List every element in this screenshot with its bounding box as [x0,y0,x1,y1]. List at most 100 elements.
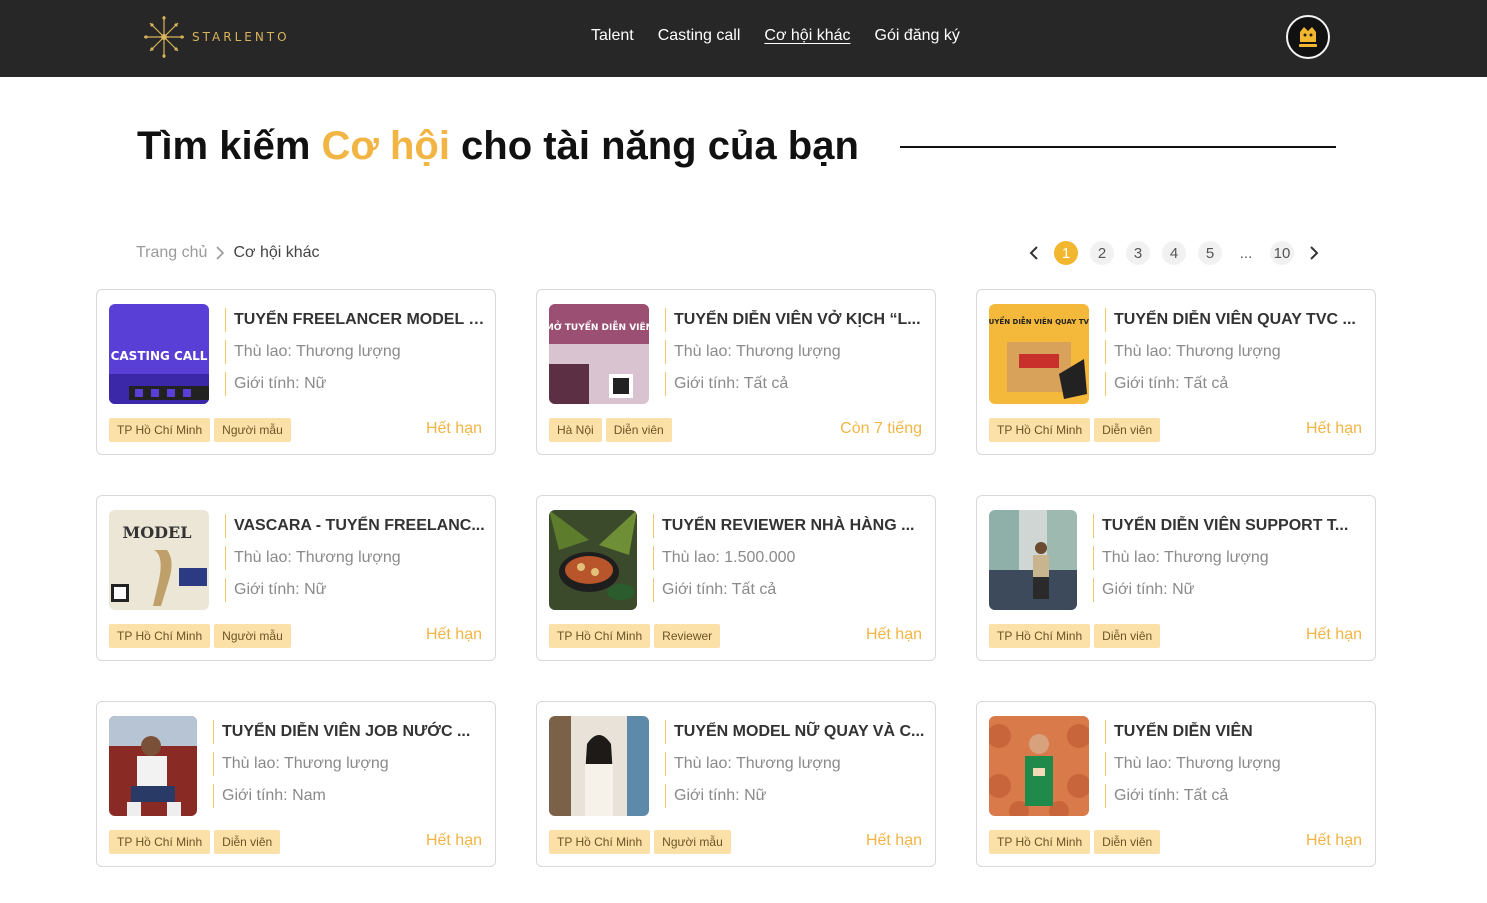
breadcrumb-current: Cơ hội khác [233,244,320,261]
card-title: TUYỂN DIỄN VIÊN SUPPORT T... [1093,514,1365,538]
logo-text: STARLENTO [192,30,290,44]
card-gender: Giới tính: Nữ [665,784,925,808]
card-gender: Giới tính: Nam [213,784,485,808]
card-title: TUYỂN DIỄN VIÊN VỞ KỊCH “L... [665,308,925,332]
card-title: TUYỂN DIỄN VIÊN QUAY TVC ... [1105,308,1365,332]
card-title: TUYỂN DIỄN VIÊN JOB NƯỚC ... [213,720,485,744]
starlento-logo[interactable]: STARLENTO [140,14,290,60]
thumb-text: TUYỂN DIỄN VIÊN QUAY TVC [989,316,1089,326]
card-thumbnail [109,716,197,816]
main-nav: Talent Casting call Cơ hội khác Gói đăng… [591,27,960,45]
card-thumbnail [989,510,1077,610]
location-tag: TP Hồ Chí Minh [549,624,651,648]
opportunity-card[interactable]: TUYỂN DIỄN VIÊN JOB NƯỚC ... Thù lao: Th… [96,701,496,867]
title-divider [900,146,1336,148]
location-tag: TP Hồ Chí Minh [109,418,211,442]
card-title: VASCARA - TUYỂN FREELANC... [225,514,485,538]
status-text: Hết hạn [425,626,482,643]
avatar-mascot-icon [1299,27,1317,47]
chevron-right-icon [215,246,225,260]
card-gender: Giới tính: Nữ [225,578,485,602]
card-pay: Thù lao: Thương lượng [1105,752,1365,776]
location-tag: TP Hồ Chí Minh [989,624,1091,648]
status-text: Hết hạn [425,420,482,437]
status-text: Hết hạn [1305,420,1362,437]
pagination: 1 2 3 4 5 ... 10 [1022,241,1326,265]
status-text: Hết hạn [865,626,922,643]
nav-talent[interactable]: Talent [591,27,634,45]
category-tag: Người mẫu [214,418,291,442]
card-pay: Thù lao: Thương lượng [665,340,925,364]
opportunity-card[interactable]: TUYỂN DIỄN VIÊN SUPPORT T... Thù lao: Th… [976,495,1376,661]
page-2[interactable]: 2 [1090,241,1114,265]
opportunity-card[interactable]: MỞ TUYỂN DIỄN VIÊN TUYỂN DIỄN VIÊN VỞ KỊ… [536,289,936,455]
page-title: Tìm kiếm Cơ hội cho tài năng của bạn [137,124,859,169]
nav-other-opportunities[interactable]: Cơ hội khác [764,27,850,45]
card-title: TUYỂN DIỄN VIÊN [1105,720,1365,744]
star-logo-icon [144,16,184,58]
status-text: Còn 7 tiếng [840,420,922,437]
page-4[interactable]: 4 [1162,241,1186,265]
page-3[interactable]: 3 [1126,241,1150,265]
nav-subscription[interactable]: Gói đăng ký [875,27,960,45]
opportunity-card[interactable]: TUYỂN REVIEWER NHÀ HÀNG ... Thù lao: 1.5… [536,495,936,661]
location-tag: TP Hồ Chí Minh [109,830,211,854]
category-tag: Diễn viên [214,830,281,854]
location-tag: TP Hồ Chí Minh [549,830,651,854]
breadcrumb: Trang chủ Cơ hội khác [136,244,320,262]
card-thumbnail: MỞ TUYỂN DIỄN VIÊN [549,304,649,404]
location-tag: TP Hồ Chí Minh [109,624,211,648]
card-title: TUYỂN MODEL NỮ QUAY VÀ C... [665,720,925,744]
card-gender: Giới tính: Nữ [1093,578,1365,602]
category-tag: Người mẫu [214,624,291,648]
card-gender: Giới tính: Nữ [225,372,485,396]
opportunity-card[interactable]: TUYỂN DIỄN VIÊN Thù lao: Thương lượng Gi… [976,701,1376,867]
card-thumbnail [549,716,649,816]
opportunity-card[interactable]: TUYỂN DIỄN VIÊN QUAY TVC TUYỂN DIỄN VIÊN… [976,289,1376,455]
title-highlight: Cơ hội [321,124,450,168]
opportunity-card[interactable]: CASTING CALL TUYỂN FREELANCER MODEL F...… [96,289,496,455]
page-5[interactable]: 5 [1198,241,1222,265]
page-10[interactable]: 10 [1270,241,1294,265]
status-text: Hết hạn [1305,832,1362,849]
title-before: Tìm kiếm [137,124,322,168]
page-ellipsis: ... [1239,244,1253,262]
category-tag: Diễn viên [1094,624,1161,648]
category-tag: Diễn viên [1094,418,1161,442]
thumb-text: MODEL [123,523,192,542]
card-pay: Thù lao: Thương lượng [213,752,485,776]
card-gender: Giới tính: Tất cả [653,578,925,602]
card-gender: Giới tính: Tất cả [665,372,925,396]
nav-casting-call[interactable]: Casting call [658,27,741,45]
breadcrumb-home[interactable]: Trang chủ [136,244,207,262]
category-tag: Reviewer [654,624,721,648]
opportunity-card[interactable]: TUYỂN MODEL NỮ QUAY VÀ C... Thù lao: Thư… [536,701,936,867]
card-title: TUYỂN REVIEWER NHÀ HÀNG ... [653,514,925,538]
card-thumbnail: CASTING CALL [109,304,209,404]
opportunity-card[interactable]: MODEL VASCARA - TUYỂN FREELANC... Thù la… [96,495,496,661]
top-nav-bar: STARLENTO Talent Casting call Cơ hội khá… [0,0,1487,77]
prev-page-icon[interactable] [1022,241,1046,265]
card-thumbnail [989,716,1089,816]
card-gender: Giới tính: Tất cả [1105,372,1365,396]
card-gender: Giới tính: Tất cả [1105,784,1365,808]
status-text: Hết hạn [865,832,922,849]
card-thumbnail: MODEL [109,510,209,610]
card-pay: Thù lao: Thương lượng [225,340,485,364]
card-pay: Thù lao: Thương lượng [225,546,485,570]
next-page-icon[interactable] [1302,241,1326,265]
category-tag: Diễn viên [605,418,672,442]
card-pay: Thù lao: Thương lượng [665,752,925,776]
card-pay: Thù lao: 1.500.000 [653,546,925,570]
location-tag: TP Hồ Chí Minh [989,418,1091,442]
card-title: TUYỂN FREELANCER MODEL F... [225,308,485,332]
category-tag: Người mẫu [654,830,731,854]
location-tag: TP Hồ Chí Minh [989,830,1091,854]
user-avatar[interactable] [1286,15,1330,59]
card-thumbnail [549,510,637,610]
category-tag: Diễn viên [1094,830,1161,854]
thumb-text: CASTING CALL [111,349,208,363]
page-1[interactable]: 1 [1054,241,1078,265]
location-tag: Hà Nội [549,418,602,442]
status-text: Hết hạn [425,832,482,849]
